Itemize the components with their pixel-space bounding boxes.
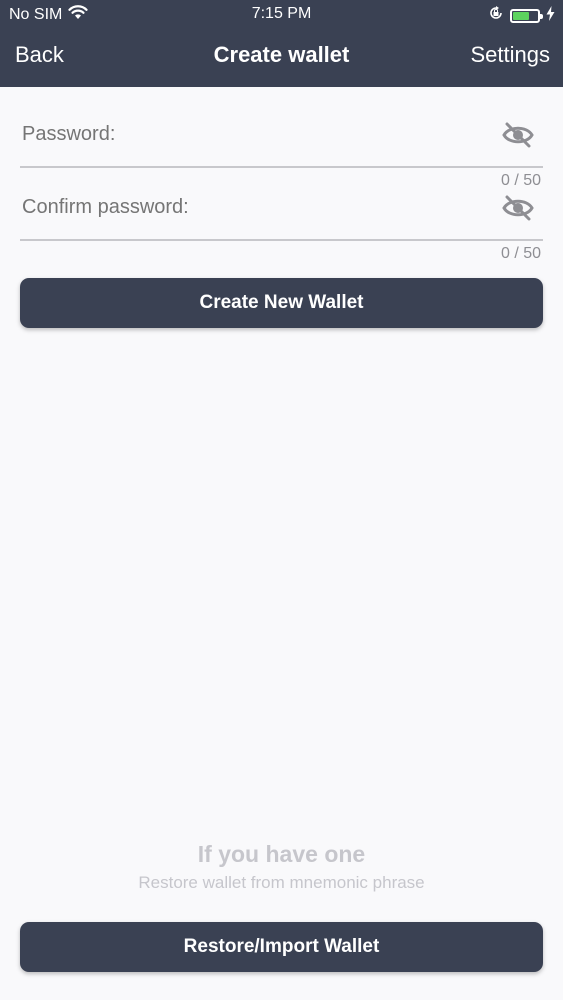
confirm-password-underline [20, 239, 543, 241]
eye-off-icon[interactable] [501, 121, 535, 149]
password-input[interactable] [20, 117, 494, 151]
top-bar: No SIM 7:15 PM Back Create wallet Settin… [0, 0, 563, 87]
settings-button[interactable]: Settings [471, 42, 551, 68]
status-right [488, 5, 555, 26]
confirm-password-input[interactable] [20, 190, 494, 224]
password-field: 0 / 50 [20, 117, 543, 191]
battery-icon [510, 8, 543, 23]
password-char-counter: 0 / 50 [500, 172, 541, 189]
battery-fill [513, 11, 529, 20]
confirm-password-char-counter: 0 / 50 [500, 245, 541, 262]
create-new-wallet-button[interactable]: Create New Wallet [20, 278, 543, 328]
restore-hint-title: If you have one [197, 841, 366, 867]
eye-off-icon[interactable] [501, 194, 535, 222]
navigation-bar: Back Create wallet Settings [0, 40, 563, 74]
status-time: 7:15 PM [251, 5, 312, 22]
orientation-lock-icon [488, 5, 504, 26]
confirm-password-field: 0 / 50 [20, 190, 543, 264]
restore-import-wallet-button[interactable]: Restore/Import Wallet [20, 922, 543, 972]
status-bar: No SIM 7:15 PM [0, 0, 563, 30]
restore-hint-subtitle: Restore wallet from mnemonic phrase [138, 873, 425, 892]
password-underline [20, 166, 543, 168]
charging-bolt-icon [546, 5, 555, 26]
